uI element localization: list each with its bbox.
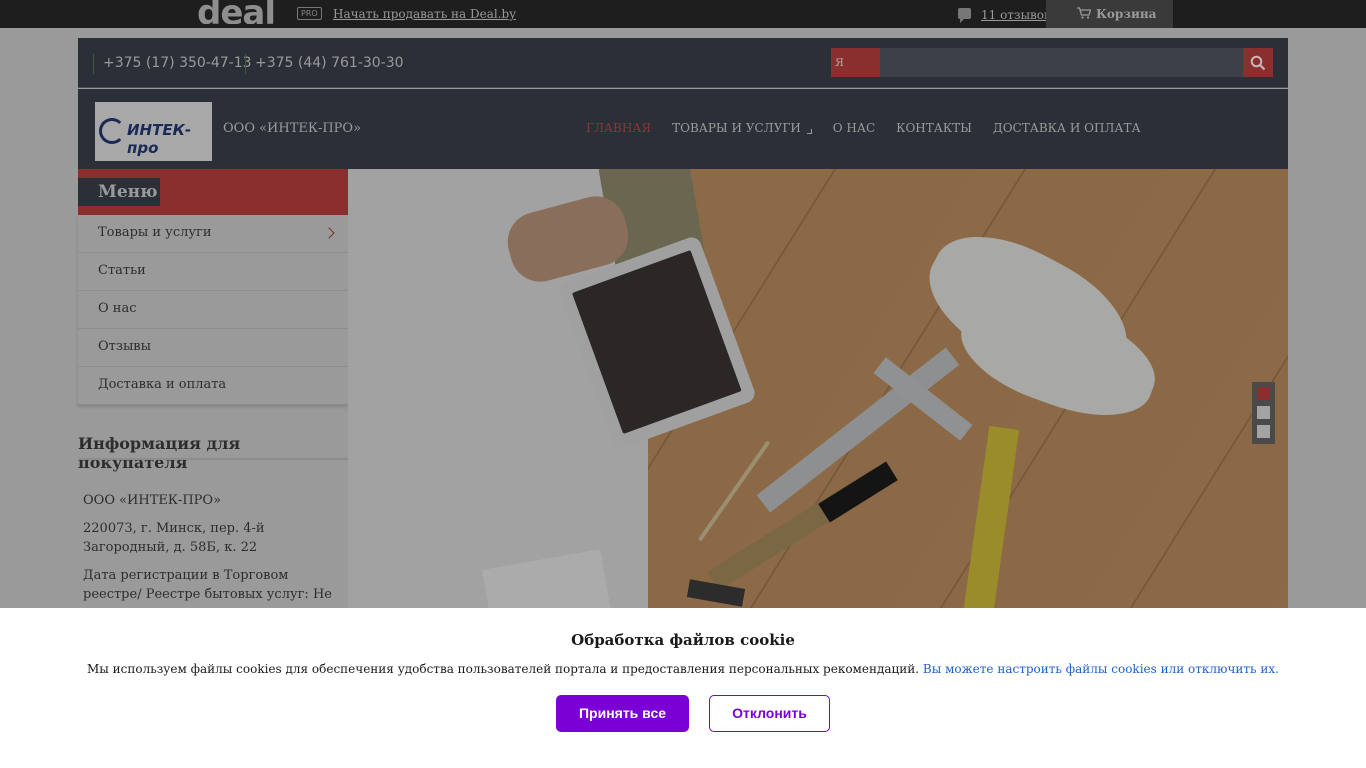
start-selling-link[interactable]: Начать продавать на Deal.by: [333, 7, 516, 21]
divider: [78, 458, 348, 460]
sidebar-item-reviews[interactable]: Отзывы: [78, 329, 348, 367]
nav-item-home[interactable]: ГЛАВНАЯ: [586, 121, 651, 135]
logo-swirl-icon: [99, 118, 125, 144]
dropdown-caret-icon: [806, 129, 812, 134]
phone-link-2[interactable]: +375 (44) 761-30-30: [245, 54, 404, 74]
pro-badge: PRO: [297, 7, 322, 20]
sidebar-menu: Товары и услуги Статьи О нас Отзывы Дост…: [78, 215, 348, 405]
site-header: ИНТЕК-про ООО «ИНТЕК-ПРО» ГЛАВНАЯ ТОВАРЫ…: [78, 89, 1288, 169]
nav-item-contacts[interactable]: КОНТАКТЫ: [896, 121, 972, 135]
cart-label: Корзина: [1096, 7, 1157, 21]
comment-icon: [958, 8, 971, 23]
nav-item-delivery[interactable]: ДОСТАВКА И ОПЛАТА: [993, 121, 1141, 135]
sidebar-item-about[interactable]: О нас: [78, 291, 348, 329]
sidebar-item-delivery[interactable]: Доставка и оплата: [78, 367, 348, 405]
company-logo[interactable]: ИНТЕК-про: [95, 102, 212, 161]
main-nav: ГЛАВНАЯ ТОВАРЫ И УСЛУГИ О НАС КОНТАКТЫ Д…: [586, 121, 1162, 135]
nav-item-products-label: ТОВАРЫ И УСЛУГИ: [672, 121, 801, 135]
slider-dots: [1252, 382, 1275, 444]
company-name[interactable]: ООО «ИНТЕК-ПРО»: [223, 121, 361, 136]
slider-dot[interactable]: [1257, 425, 1270, 438]
sidebar-item-label: Товары и услуги: [98, 225, 212, 240]
cookie-title: Обработка файлов cookie: [571, 631, 795, 649]
info-company: ООО «ИНТЕК-ПРО»: [83, 493, 222, 508]
cookie-description: Мы используем файлы cookies для обеспече…: [87, 662, 920, 676]
search-icon: [1250, 55, 1266, 71]
accept-all-button[interactable]: Принять все: [556, 695, 689, 732]
cart-icon: [1077, 7, 1091, 19]
slider-dot[interactable]: [1257, 387, 1270, 400]
slider-dot[interactable]: [1257, 406, 1270, 419]
search-input[interactable]: [880, 48, 1243, 77]
cookie-text: Мы используем файлы cookies для обеспече…: [0, 662, 1366, 676]
buyer-info-title: Информация для покупателя: [78, 434, 241, 472]
logo-text: ИНТЕК-про: [127, 121, 192, 157]
hero-banner[interactable]: [348, 169, 1288, 609]
cookie-settings-link[interactable]: Вы можете настроить файлы cookies или от…: [923, 662, 1279, 676]
sidebar-item-products[interactable]: Товары и услуги: [78, 215, 348, 253]
nav-item-about[interactable]: О НАС: [833, 121, 875, 135]
cookie-banner: Обработка файлов cookie Мы используем фа…: [0, 608, 1366, 768]
search-placeholder: Я ищу...: [831, 48, 880, 98]
menu-header: Меню: [78, 169, 348, 215]
decline-button[interactable]: Отклонить: [709, 695, 830, 732]
cart-button[interactable]: Корзина: [1046, 0, 1173, 28]
top-strip: +375 (17) 350-47-13 +375 (44) 761-30-30 …: [78, 38, 1288, 98]
menu-title: Меню: [78, 178, 160, 206]
reviews-link[interactable]: 11 отзывов: [981, 8, 1051, 22]
chevron-right-icon: [323, 227, 335, 239]
sidebar-item-articles[interactable]: Статьи: [78, 253, 348, 291]
info-address: 220073, г. Минск, пер. 4-й Загородный, д…: [83, 521, 265, 555]
deal-top-bar: deal PRO Начать продавать на Deal.by 11 …: [0, 0, 1366, 28]
search-button[interactable]: [1243, 48, 1273, 77]
deal-logo[interactable]: deal: [197, 0, 275, 24]
phone-link-1[interactable]: +375 (17) 350-47-13: [93, 54, 252, 74]
nav-item-products[interactable]: ТОВАРЫ И УСЛУГИ: [672, 121, 812, 135]
